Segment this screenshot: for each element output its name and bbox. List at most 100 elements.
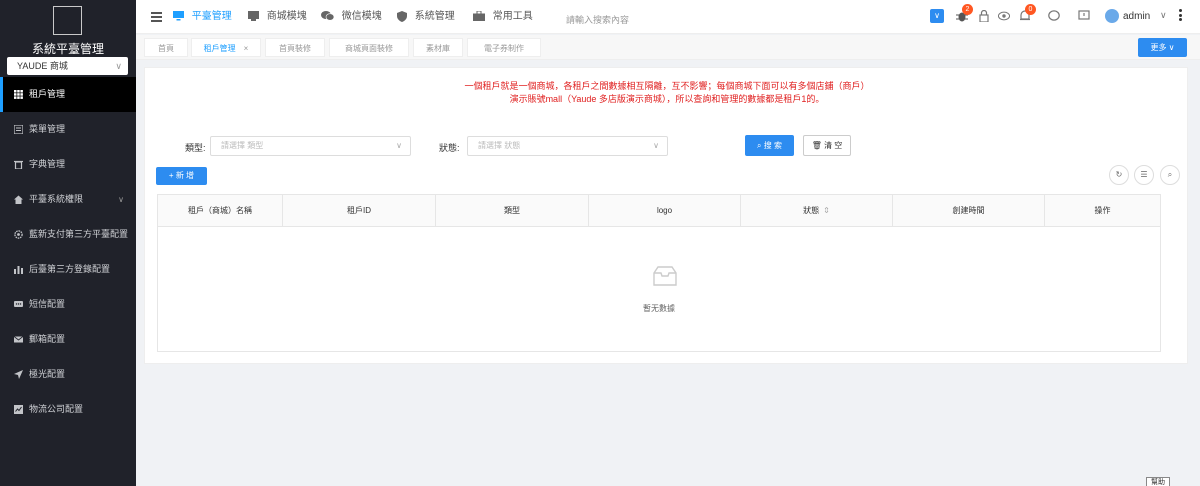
chevron-down-icon: ∨ bbox=[396, 141, 402, 150]
top-tab-platform[interactable]: 平臺管理 bbox=[173, 0, 232, 34]
page-tab-label: 素材庫 bbox=[426, 44, 450, 53]
add-button[interactable]: + 新 增 bbox=[156, 167, 207, 185]
trash-dictionary-icon bbox=[14, 160, 23, 169]
chevron-down-icon: ∨ bbox=[653, 141, 659, 150]
page-tab-label: 租戶管理 bbox=[203, 44, 236, 53]
sidebar-nav: 租戶管理 菜單管理 字典管理 平臺系統權限 ∨ 藍新支付第三方平臺配置 后臺第三… bbox=[0, 77, 136, 427]
plus-icon: + bbox=[168, 171, 174, 180]
page-tab-mall-decor[interactable]: 商城頁面裝修 bbox=[329, 38, 409, 57]
add-button-label: 新 增 bbox=[175, 171, 195, 180]
chevron-down-icon: ∨ bbox=[118, 195, 124, 204]
search-icon: ⌕ bbox=[757, 141, 762, 150]
sidebar-item-label: 字典管理 bbox=[29, 159, 66, 169]
page-tab-label: 商城頁面裝修 bbox=[345, 44, 393, 53]
lock-icon[interactable] bbox=[978, 10, 990, 22]
sidebar-item-sms[interactable]: 短信配置 bbox=[0, 287, 136, 322]
top-tab-label: 商城模塊 bbox=[266, 11, 307, 22]
store-select[interactable]: YAUDE 商城 ∨ bbox=[7, 57, 128, 75]
search-button[interactable]: ⌕ 搜 索 bbox=[745, 135, 794, 156]
sidebar-item-label: 后臺第三方登錄配置 bbox=[29, 264, 111, 274]
top-tab-wechat[interactable]: 微信模塊 bbox=[321, 0, 382, 34]
more-button[interactable]: 更多 ∨ bbox=[1138, 38, 1187, 57]
notice-line-1: 一個租戶就是一個商城，各租戶之間數據相互隔離，互不影響；每個商城下面可以有多個店… bbox=[464, 81, 870, 91]
top-tab-label: 平臺管理 bbox=[191, 11, 232, 22]
page-tab-home[interactable]: 首頁 bbox=[144, 38, 188, 57]
top-tab-label: 常用工具 bbox=[492, 11, 533, 22]
bell-badge: 0 bbox=[1025, 4, 1036, 15]
trash-icon: 🗑 bbox=[811, 141, 822, 150]
store-select-value: YAUDE 商城 bbox=[17, 61, 68, 71]
sort-icon[interactable]: ⇕ bbox=[823, 206, 830, 215]
page-tab-home-decor[interactable]: 首頁裝修 bbox=[265, 38, 325, 57]
page-tab-label: 首頁 bbox=[158, 44, 174, 53]
filter-status-select[interactable]: 請選擇 狀態 ∨ bbox=[467, 136, 668, 156]
page-tab-tenant[interactable]: 租戶管理 × bbox=[191, 38, 261, 57]
filter-type-placeholder: 請選擇 類型 bbox=[221, 141, 264, 150]
clear-button-label: 清 空 bbox=[824, 141, 843, 150]
top-tab-tools[interactable]: 常用工具 bbox=[473, 0, 533, 34]
col-logo: logo bbox=[589, 195, 741, 227]
table-header: 租戶（商城）名稱 租戶ID 類型 logo 狀態 ⇕ 創建時間 操作 bbox=[158, 195, 1160, 227]
col-actions: 操作 bbox=[1094, 206, 1111, 215]
shield-icon bbox=[397, 10, 407, 22]
more-vertical-icon[interactable] bbox=[1179, 9, 1182, 23]
eye-icon[interactable] bbox=[998, 10, 1010, 22]
mail-icon bbox=[14, 336, 23, 343]
sidebar-item-menu[interactable]: 菜單管理 bbox=[0, 112, 136, 147]
page-tab-coupon[interactable]: 電子券制作 bbox=[467, 38, 541, 57]
top-tab-system[interactable]: 系統管理 bbox=[397, 0, 455, 34]
avatar[interactable] bbox=[1105, 9, 1119, 23]
sidebar-item-label: 極光配置 bbox=[29, 369, 66, 379]
more-button-label: 更多 bbox=[1150, 43, 1167, 52]
toolbox-icon bbox=[473, 11, 485, 22]
header-search-input[interactable]: 請輸入搜索內容 bbox=[566, 13, 629, 26]
sidebar-item-permissions[interactable]: 平臺系統權限 ∨ bbox=[0, 182, 136, 217]
sidebar-item-payment[interactable]: 藍新支付第三方平臺配置 bbox=[0, 217, 136, 252]
page-tab-materials[interactable]: 素材庫 bbox=[413, 38, 463, 57]
filter-type-select[interactable]: 請選擇 類型 ∨ bbox=[210, 136, 411, 156]
sidebar-item-label: 平臺系統權限 bbox=[29, 194, 84, 204]
user-name[interactable]: admin bbox=[1123, 11, 1150, 22]
refresh-icon[interactable]: ↻ bbox=[1109, 165, 1129, 185]
chart-box-icon bbox=[14, 405, 23, 414]
menu-book-icon bbox=[14, 125, 23, 134]
sidebar-item-logistics[interactable]: 物流公司配置 bbox=[0, 392, 136, 427]
sidebar-item-jpush[interactable]: 極光配置 bbox=[0, 357, 136, 392]
chevron-down-icon[interactable]: ∨ bbox=[1160, 10, 1167, 21]
hamburger-menu-icon[interactable] bbox=[151, 12, 162, 22]
data-table: 租戶（商城）名稱 租戶ID 類型 logo 狀態 ⇕ 創建時間 操作 暫无數據 bbox=[157, 194, 1161, 352]
clear-button[interactable]: 🗑 清 空 bbox=[803, 135, 851, 156]
chat-icon[interactable] bbox=[1048, 10, 1060, 22]
sidebar-item-login-config[interactable]: 后臺第三方登錄配置 bbox=[0, 252, 136, 287]
logo bbox=[53, 6, 82, 35]
col-status[interactable]: 狀態 ⇕ bbox=[741, 195, 893, 227]
bug-badge: 2 bbox=[962, 4, 973, 15]
notice-line-2: 演示賬號mall（Yaude 多店版演示商城），所以查詢和管理的數據都是租戶1的… bbox=[509, 94, 825, 104]
filter-status-placeholder: 請選擇 狀態 bbox=[478, 141, 521, 150]
dropdown-toggle-button[interactable]: ∨ bbox=[930, 9, 944, 23]
help-button[interactable]: 幫助 bbox=[1146, 477, 1170, 486]
notice-icon[interactable] bbox=[1078, 10, 1090, 22]
col-status-label: 狀態 bbox=[803, 206, 820, 215]
columns-icon[interactable]: ☰ bbox=[1134, 165, 1154, 185]
message-icon bbox=[14, 301, 23, 307]
send-icon bbox=[14, 370, 23, 379]
page-tab-label: 首頁裝修 bbox=[279, 44, 311, 53]
page-tabs-bar: 首頁 租戶管理 × 首頁裝修 商城頁面裝修 素材庫 電子券制作 更多 ∨ bbox=[136, 35, 1200, 60]
filter-type-label: 類型: bbox=[185, 143, 206, 153]
store-icon bbox=[248, 11, 259, 22]
sidebar: 系統平臺管理 YAUDE 商城 ∨ 租戶管理 菜單管理 字典管理 平臺系統權限 … bbox=[0, 0, 136, 486]
sidebar-item-dictionary[interactable]: 字典管理 bbox=[0, 147, 136, 182]
bar-chart-icon bbox=[14, 266, 23, 274]
empty-text: 暫无數據 bbox=[643, 304, 675, 313]
main-card: 一個租戶就是一個商城，各租戶之間數據相互隔離，互不影響；每個商城下面可以有多個店… bbox=[144, 67, 1188, 364]
search-toggle-icon[interactable]: ⌕ bbox=[1160, 165, 1180, 185]
sidebar-item-label: 菜單管理 bbox=[29, 124, 66, 134]
filter-status-label: 狀態: bbox=[439, 143, 460, 153]
close-icon[interactable]: × bbox=[244, 44, 249, 53]
top-tab-mall[interactable]: 商城模塊 bbox=[248, 0, 307, 34]
sidebar-item-email[interactable]: 郵箱配置 bbox=[0, 322, 136, 357]
sidebar-item-label: 藍新支付第三方平臺配置 bbox=[29, 229, 129, 239]
wechat-icon bbox=[321, 11, 334, 21]
sidebar-item-tenant[interactable]: 租戶管理 bbox=[0, 77, 136, 112]
